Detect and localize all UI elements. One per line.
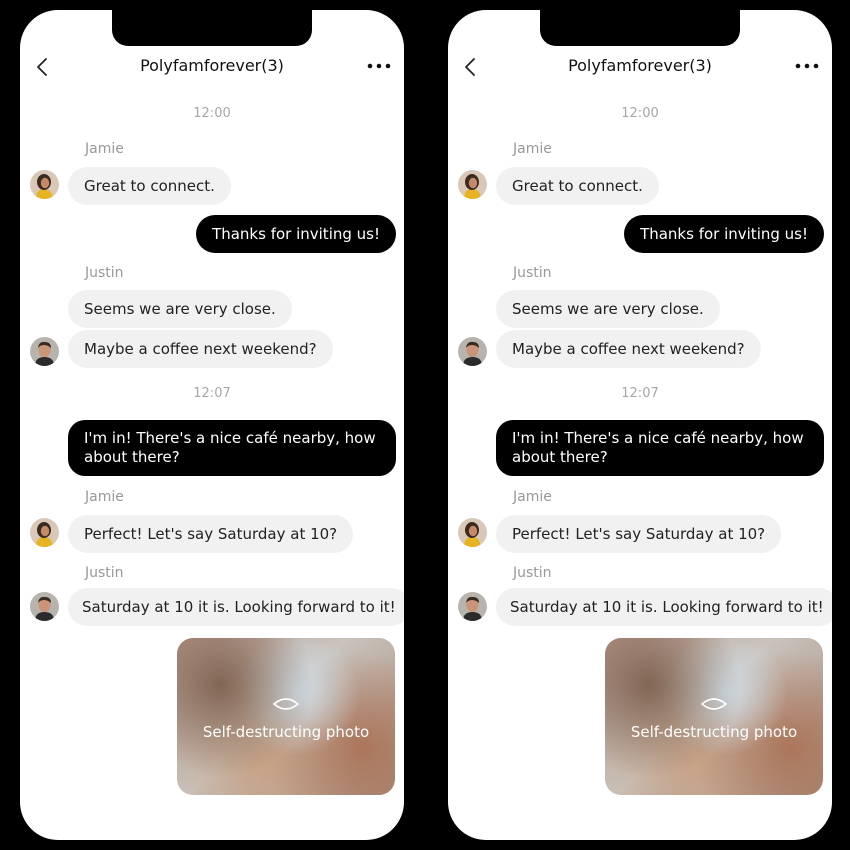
- message-bubble-outgoing: I'm in! There's a nice café nearby, how …: [68, 420, 396, 476]
- message-bubble-incoming: Perfect! Let's say Saturday at 10?: [496, 515, 782, 553]
- message-bubble-incoming: Perfect! Let's say Saturday at 10?: [68, 515, 354, 553]
- timestamp: 12:00: [193, 106, 231, 121]
- eye-closed-icon: [700, 698, 728, 710]
- self-destructing-photo[interactable]: Self-destructing photo: [605, 638, 823, 795]
- avatar-justin: [30, 337, 59, 366]
- message-bubble-incoming: Great to connect.: [496, 167, 659, 205]
- sender-name: Jamie: [85, 141, 124, 157]
- message-bubble-outgoing: Thanks for inviting us!: [196, 215, 396, 253]
- sender-name: Jamie: [513, 141, 552, 157]
- avatar-jamie: [30, 518, 59, 547]
- photo-label: Self-destructing photo: [202, 723, 370, 741]
- sender-name: Justin: [513, 565, 552, 581]
- message-text: Saturday at 10 it is. Looking forward to…: [82, 597, 396, 616]
- avatar-justin: [30, 592, 59, 621]
- sender-name: Justin: [513, 265, 552, 281]
- avatar-jamie: [458, 518, 487, 547]
- phone-screen-left: Polyfamforever(3) 12:00 Jamie Great to c…: [20, 10, 404, 840]
- phone-screen-right: Polyfamforever(3) 12:00 Jamie Great to c…: [448, 10, 832, 840]
- sender-name: Jamie: [85, 489, 124, 505]
- message-text: Saturday at 10 it is. Looking forward to…: [510, 597, 824, 616]
- message-bubble-incoming: Great to connect.: [68, 167, 231, 205]
- message-bubble-incoming: Seems we are very close.: [496, 290, 720, 328]
- more-dots-icon: [795, 63, 819, 69]
- more-dots-icon: [367, 63, 391, 69]
- timestamp: 12:07: [621, 386, 659, 401]
- avatar-justin: [458, 592, 487, 621]
- message-text: Perfect! Let's say Saturday at 10?: [84, 524, 338, 543]
- message-text: Seems we are very close.: [84, 299, 276, 318]
- chat-title: Polyfamforever(3): [568, 56, 712, 75]
- self-destructing-photo[interactable]: Self-destructing photo: [177, 638, 395, 795]
- chat-title: Polyfamforever(3): [140, 56, 284, 75]
- message-text: Seems we are very close.: [512, 299, 704, 318]
- message-bubble-outgoing: Thanks for inviting us!: [624, 215, 824, 253]
- sender-name: Jamie: [513, 489, 552, 505]
- eye-closed-icon: [272, 698, 300, 710]
- sender-name: Justin: [85, 265, 124, 281]
- message-bubble-incoming: Seems we are very close.: [68, 290, 292, 328]
- message-text: Maybe a coffee next weekend?: [512, 339, 745, 358]
- message-text: Great to connect.: [512, 176, 643, 195]
- message-text: Great to connect.: [84, 176, 215, 195]
- timestamp: 12:07: [193, 386, 231, 401]
- avatar-jamie: [30, 170, 59, 199]
- message-text: I'm in! There's a nice café nearby, how …: [512, 429, 804, 466]
- notch: [112, 10, 312, 46]
- avatar-justin: [458, 337, 487, 366]
- message-bubble-incoming: Maybe a coffee next weekend?: [68, 330, 333, 368]
- message-text: Thanks for inviting us!: [212, 224, 380, 243]
- message-text: I'm in! There's a nice café nearby, how …: [84, 429, 376, 466]
- message-bubble-incoming: Saturday at 10 it is. Looking forward to…: [496, 588, 832, 626]
- message-text: Thanks for inviting us!: [640, 224, 808, 243]
- message-bubble-incoming: Saturday at 10 it is. Looking forward to…: [68, 588, 404, 626]
- sender-name: Justin: [85, 565, 124, 581]
- more-options-button[interactable]: [366, 54, 392, 78]
- notch: [540, 10, 740, 46]
- avatar-jamie: [458, 170, 487, 199]
- more-options-button[interactable]: [794, 54, 820, 78]
- message-text: Perfect! Let's say Saturday at 10?: [512, 524, 766, 543]
- message-bubble-incoming: Maybe a coffee next weekend?: [496, 330, 761, 368]
- message-bubble-outgoing: I'm in! There's a nice café nearby, how …: [496, 420, 824, 476]
- photo-label: Self-destructing photo: [630, 723, 798, 741]
- timestamp: 12:00: [621, 106, 659, 121]
- message-text: Maybe a coffee next weekend?: [84, 339, 317, 358]
